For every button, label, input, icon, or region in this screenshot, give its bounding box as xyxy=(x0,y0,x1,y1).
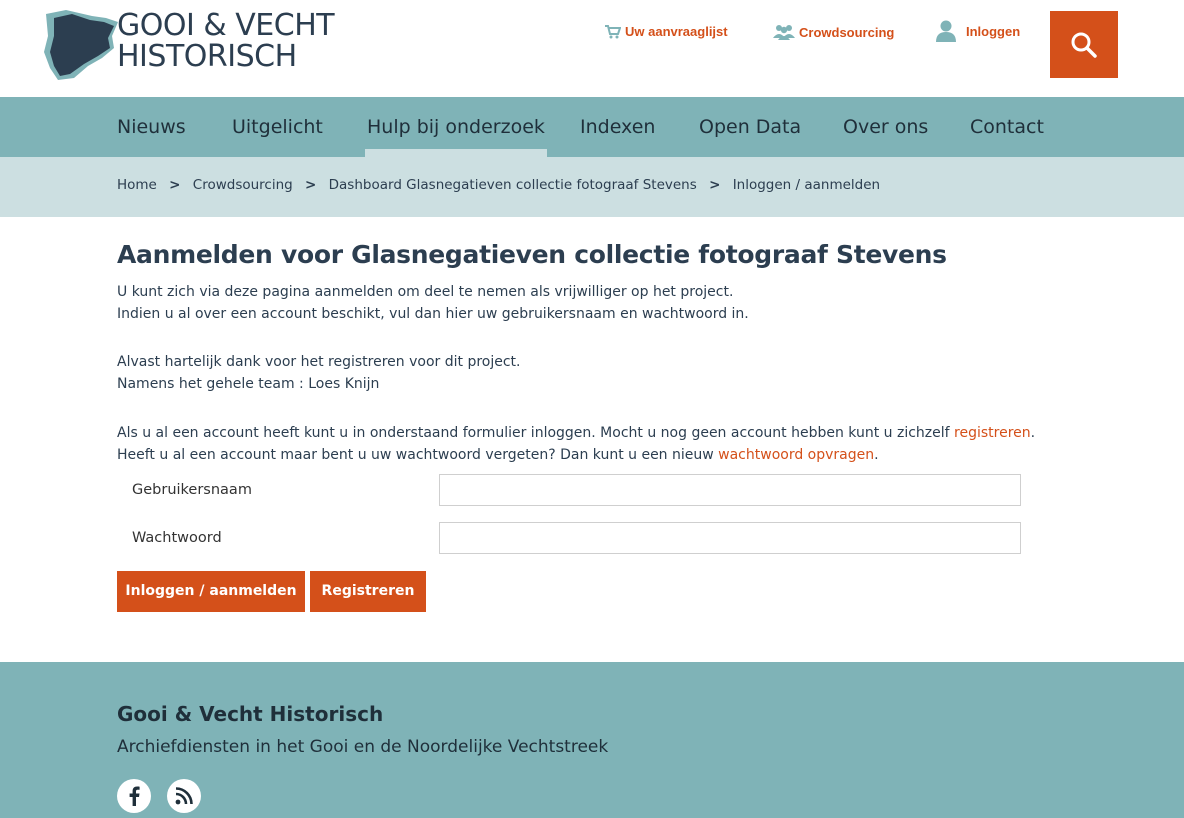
site-header: GOOI & VECHT HISTORISCH Uw aanvraaglijst… xyxy=(0,0,1184,97)
period: . xyxy=(874,447,879,463)
people-icon xyxy=(773,25,795,40)
facebook-icon xyxy=(129,786,140,806)
username-field[interactable] xyxy=(439,474,1021,506)
footer-title: Gooi & Vecht Historisch xyxy=(117,702,384,726)
breadcrumb-home[interactable]: Home xyxy=(117,177,157,193)
period: . xyxy=(1030,425,1036,441)
page-title: Aanmelden voor Glasnegatieven collectie … xyxy=(117,240,947,269)
breadcrumb-separator: > xyxy=(305,177,317,193)
login-button[interactable]: Inloggen / aanmelden xyxy=(117,571,305,612)
site-footer: Gooi & Vecht Historisch Archiefdiensten … xyxy=(0,662,1184,818)
thanks-line-2: Namens het gehele team : Loes Knijn xyxy=(117,376,380,392)
facebook-link[interactable] xyxy=(117,779,151,813)
request-list-label: Uw aanvraaglijst xyxy=(625,24,728,39)
logo-line-1: GOOI & VECHT xyxy=(117,8,335,43)
crowdsourcing-link[interactable]: Crowdsourcing xyxy=(773,24,894,40)
login-link[interactable]: Inloggen xyxy=(936,20,1020,42)
nav-item-over-ons[interactable]: Over ons xyxy=(843,97,928,157)
search-button[interactable] xyxy=(1050,11,1118,78)
register-link[interactable]: registreren xyxy=(954,425,1031,441)
user-icon xyxy=(936,20,956,42)
crowdsourcing-label: Crowdsourcing xyxy=(799,24,895,40)
login-label: Inloggen xyxy=(966,23,1021,39)
logo-map-icon xyxy=(44,10,118,80)
logo-text: GOOI & VECHT HISTORISCH xyxy=(117,8,335,74)
breadcrumb-dashboard[interactable]: Dashboard Glasnegatieven collectie fotog… xyxy=(329,177,697,193)
rss-link[interactable] xyxy=(167,779,201,813)
rss-icon xyxy=(175,787,193,805)
request-password-link[interactable]: wachtwoord opvragen xyxy=(718,447,874,463)
username-row: Gebruikersnaam xyxy=(117,474,1027,510)
password-row: Wachtwoord xyxy=(117,522,1027,558)
intro-line-1: U kunt zich via deze pagina aanmelden om… xyxy=(117,284,734,300)
intro-line-2: Indien u al over een account beschikt, v… xyxy=(117,306,749,322)
thanks-line-1: Alvast hartelijk dank voor het registrer… xyxy=(117,354,521,370)
login-instructions: Als u al een account heeft kunt u in ond… xyxy=(117,422,1035,444)
nav-item-uitgelicht[interactable]: Uitgelicht xyxy=(232,97,323,157)
forgot-instructions-text: Heeft u al een account maar bent u uw wa… xyxy=(117,447,714,463)
main-nav: Nieuws Uitgelicht Hulp bij onderzoek Ind… xyxy=(0,97,1184,157)
cart-icon xyxy=(605,24,621,38)
breadcrumb-current: Inloggen / aanmelden xyxy=(732,177,881,193)
search-icon xyxy=(1071,32,1097,58)
password-label: Wachtwoord xyxy=(132,530,222,546)
nav-item-contact[interactable]: Contact xyxy=(970,97,1044,157)
breadcrumb-crowdsourcing[interactable]: Crowdsourcing xyxy=(193,177,293,193)
nav-item-nieuws[interactable]: Nieuws xyxy=(117,97,186,157)
request-list-link[interactable]: Uw aanvraaglijst xyxy=(605,24,728,39)
nav-item-hulp-bij-onderzoek[interactable]: Hulp bij onderzoek xyxy=(365,97,547,157)
site-logo[interactable]: GOOI & VECHT HISTORISCH xyxy=(40,8,335,84)
username-label: Gebruikersnaam xyxy=(132,482,252,498)
breadcrumb-separator: > xyxy=(169,177,181,193)
login-instructions-text: Als u al een account heeft kunt u in ond… xyxy=(117,425,950,441)
logo-line-2: HISTORISCH xyxy=(117,39,297,74)
breadcrumb-separator: > xyxy=(709,177,721,193)
nav-item-indexen[interactable]: Indexen xyxy=(580,97,655,157)
breadcrumb: Home > Crowdsourcing > Dashboard Glasneg… xyxy=(0,157,1184,217)
forgot-instructions: Heeft u al een account maar bent u uw wa… xyxy=(117,444,879,466)
password-field[interactable] xyxy=(439,522,1021,554)
nav-item-open-data[interactable]: Open Data xyxy=(699,97,801,157)
register-button[interactable]: Registreren xyxy=(310,571,426,612)
main-content: Aanmelden voor Glasnegatieven collectie … xyxy=(117,240,1057,463)
footer-subtitle: Archiefdiensten in het Gooi en de Noorde… xyxy=(117,737,609,757)
